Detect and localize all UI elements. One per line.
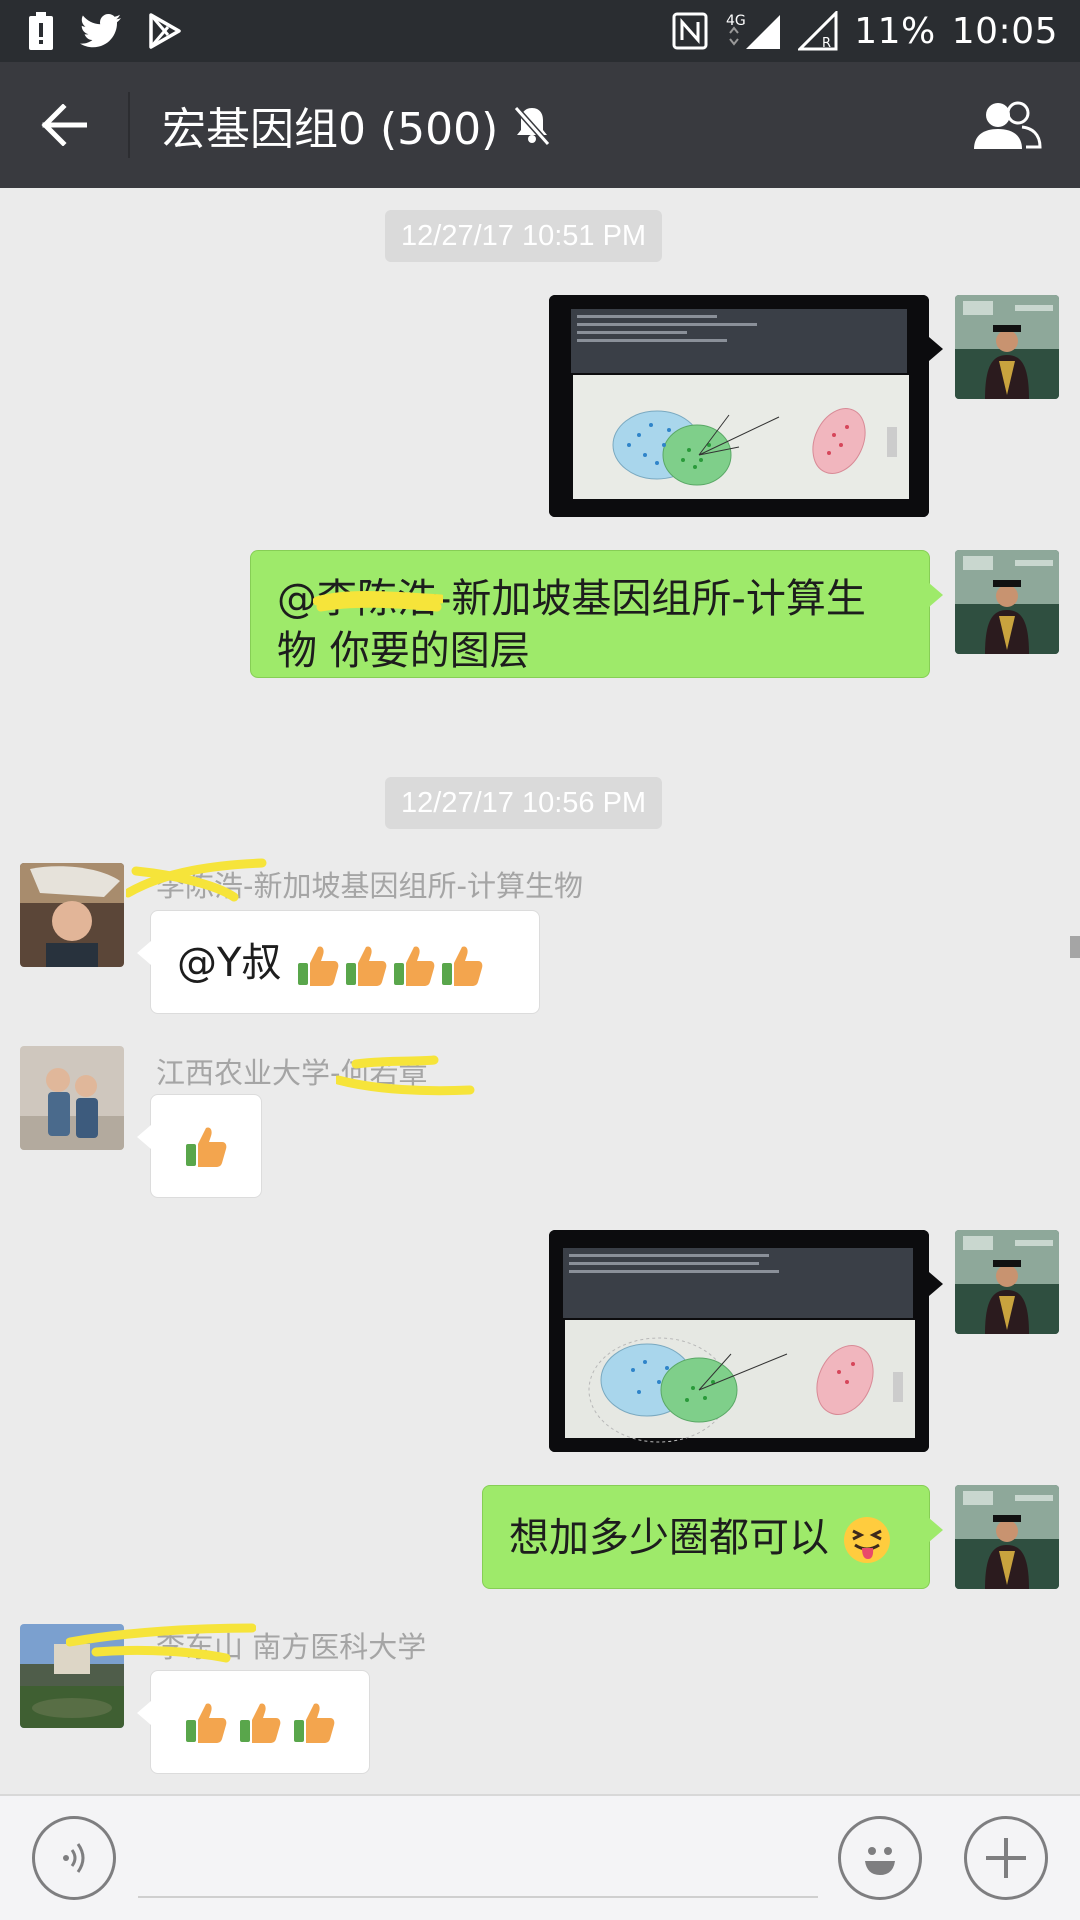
bubble-tail <box>929 1272 943 1296</box>
photo-plot-screen <box>549 1230 929 1452</box>
avatar-graduation-photo <box>955 295 1059 399</box>
message-bubble-received[interactable]: @Y叔 <box>137 910 540 1014</box>
avatar-self[interactable] <box>955 295 1059 399</box>
sender-name: 江西农业大学-何若章 <box>156 1050 475 1096</box>
thumbs-up-emoji-icon <box>346 946 387 986</box>
redacted-sender: 李东山 <box>66 1623 256 1666</box>
avatar-graduation-photo <box>955 550 1059 654</box>
avatar-graduation-photo <box>955 1485 1059 1589</box>
voice-button[interactable] <box>32 1816 116 1900</box>
thumbs-up-emoji-icon <box>298 946 339 986</box>
bubble-tail <box>929 337 943 361</box>
message-bubble-received[interactable] <box>137 1670 370 1774</box>
title-divider <box>128 92 130 158</box>
timestamp: 12/27/17 10:56 PM <box>385 777 663 829</box>
avatar-self[interactable] <box>955 550 1059 654</box>
group-icon <box>974 101 1042 149</box>
group-members-button[interactable] <box>966 86 1046 166</box>
thumbs-up-emoji-icon <box>394 946 435 986</box>
timestamp: 12/27/17 10:51 PM <box>385 210 663 262</box>
redaction-scribble <box>66 1623 256 1663</box>
avatar-child-photo <box>20 863 124 967</box>
signal-roaming-icon: R <box>798 11 838 51</box>
bell-off-icon <box>512 104 552 146</box>
image-message[interactable] <box>549 1230 929 1452</box>
chat-message-list[interactable]: 12/27/17 10:51 PM @李陈浩 -新加坡基因组所-计算生物 你要的… <box>0 188 1080 1794</box>
status-bar: 4G R 11% 10:05 <box>0 0 1080 62</box>
message-text: 想加多少圈都可以 <box>509 1515 829 1561</box>
emoji-button[interactable] <box>838 1816 922 1900</box>
sender-name: 李陈浩 -新加坡基因组所-计算生物 <box>126 858 583 905</box>
thumbs-up-emoji-icon <box>186 1703 227 1743</box>
message-bubble-sent[interactable]: 想加多少圈都可以 <box>482 1485 943 1589</box>
redaction-scribble <box>336 1055 475 1096</box>
tongue-out-emoji-icon <box>843 1517 890 1563</box>
battery-percent: 11% <box>854 10 936 52</box>
sender-name: 李东山 南方医科大学 <box>66 1623 426 1666</box>
back-button[interactable] <box>0 62 128 188</box>
emoji-row <box>294 940 486 986</box>
message-bubble-received[interactable] <box>137 1094 262 1198</box>
thumbs-up-emoji-icon <box>294 1703 335 1743</box>
avatar-graduation-photo <box>955 1230 1059 1334</box>
input-bar <box>0 1794 1080 1920</box>
message-input[interactable] <box>138 1818 818 1898</box>
smiley-icon <box>865 1847 895 1875</box>
redacted-name: 李陈浩 <box>313 573 443 625</box>
clock: 10:05 <box>951 10 1058 52</box>
redaction-scribble <box>126 858 267 902</box>
more-button[interactable] <box>964 1816 1048 1900</box>
scrollbar[interactable] <box>1070 936 1080 958</box>
play-store-icon <box>148 13 182 49</box>
thumbs-up-emoji-icon <box>186 1127 227 1167</box>
redacted-sender: 李陈浩 <box>126 858 267 905</box>
signal-4g-icon: 4G <box>724 11 782 51</box>
message-bubble-sent[interactable]: @李陈浩 -新加坡基因组所-计算生物 你要的图层 <box>250 550 943 678</box>
mention-prefix: @ <box>277 576 317 622</box>
avatar-member[interactable] <box>20 1046 124 1150</box>
message-text: @Y叔 <box>177 940 282 986</box>
photo-plot-screen <box>549 295 929 517</box>
avatar-self[interactable] <box>955 1230 1059 1334</box>
status-left-icons <box>28 11 182 51</box>
title-bar: 宏基因组0 (500) <box>0 62 1080 188</box>
nfc-icon <box>672 12 708 50</box>
redaction-scribble <box>313 591 443 612</box>
twitter-icon <box>80 14 122 48</box>
status-right-icons: 4G R 11% 10:05 <box>672 11 1058 52</box>
thumbs-up-emoji-icon <box>240 1703 281 1743</box>
svg-text:4G: 4G <box>726 13 746 29</box>
svg-text:R: R <box>822 36 831 51</box>
redacted-sender: 何若章 <box>336 1050 475 1096</box>
image-message[interactable] <box>549 295 929 517</box>
back-arrow-icon <box>41 104 87 146</box>
avatar-self[interactable] <box>955 1485 1059 1589</box>
avatar-kids-photo <box>20 1046 124 1150</box>
thumbs-up-emoji-icon <box>442 946 483 986</box>
chat-title: 宏基因组0 (500) <box>162 104 499 155</box>
voice-icon <box>63 1843 85 1873</box>
plus-icon <box>986 1838 1026 1878</box>
avatar-member[interactable] <box>20 863 124 967</box>
battery-alert-icon <box>28 11 54 51</box>
